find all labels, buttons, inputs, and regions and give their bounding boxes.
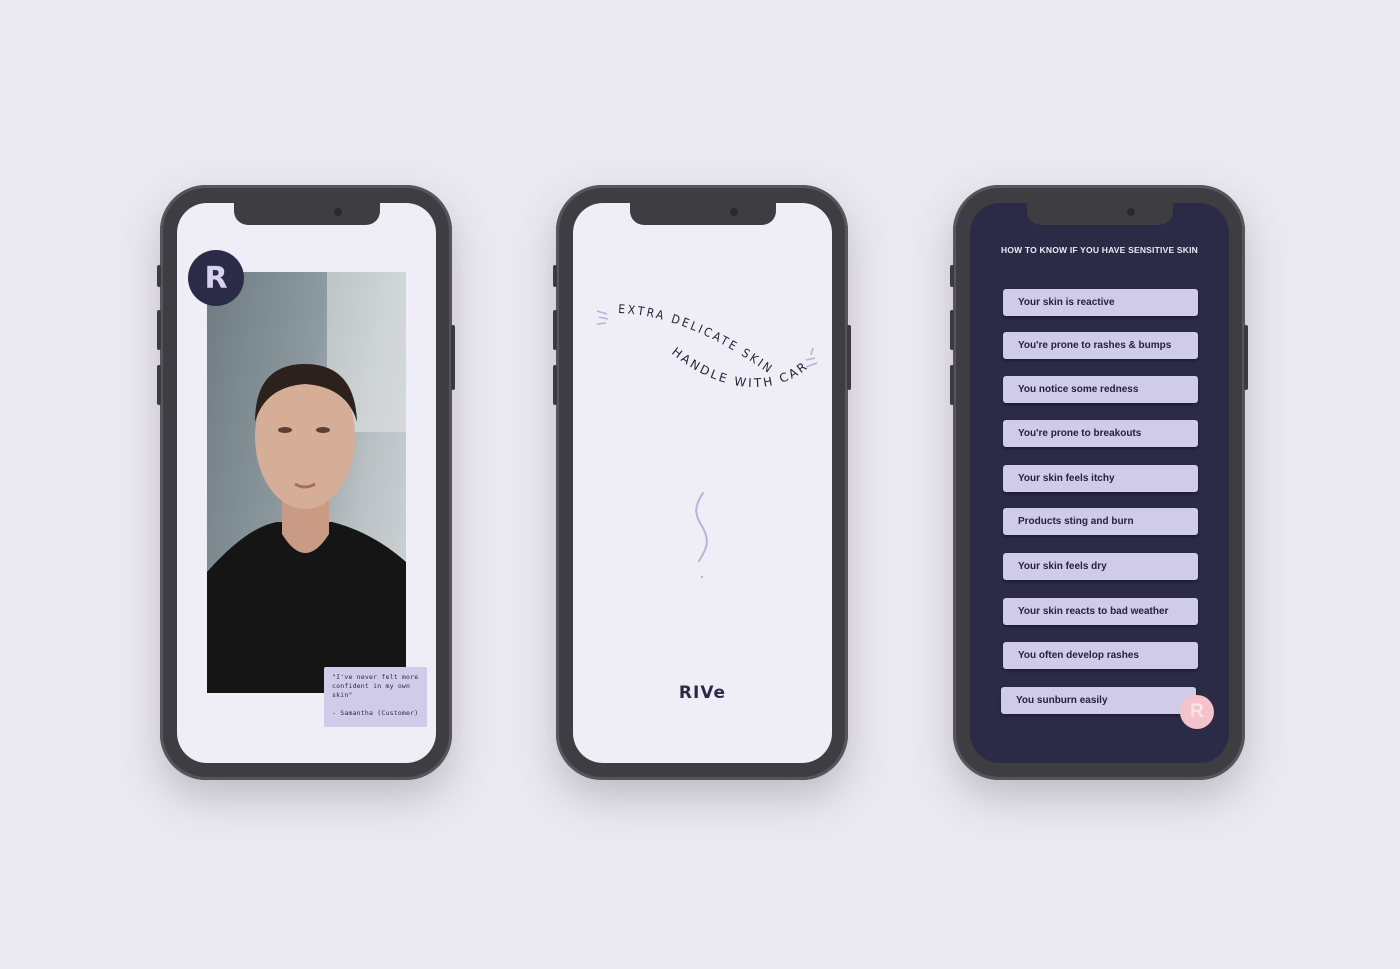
checklist-item[interactable]: You often develop rashes	[1003, 642, 1198, 669]
testimonial-card: "I've never felt more confident in my ow…	[324, 667, 427, 727]
checklist-item[interactable]: Your skin feels dry	[1003, 553, 1198, 580]
checklist-item[interactable]: Your skin feels itchy	[1003, 465, 1198, 492]
testimonial-quote: "I've never felt more confident in my ow…	[332, 673, 419, 699]
tagline-graphic: EXTRA DELICATE SKIN HANDLE WITH CARE	[573, 203, 818, 579]
phone-tagline: EXTRA DELICATE SKIN HANDLE WITH CARE RIV…	[553, 185, 851, 780]
squiggle-line-icon	[695, 492, 708, 562]
brand-badge-pink: R	[1180, 695, 1214, 729]
testimonial-attribution: - Samantha (Customer)	[332, 709, 419, 717]
notch	[630, 203, 776, 225]
checklist-item[interactable]: You notice some redness	[1003, 376, 1198, 403]
phone-checklist: HOW TO KNOW IF YOU HAVE SENSITIVE SKIN Y…	[950, 185, 1248, 780]
sparkle-left-icon	[596, 310, 609, 325]
customer-photo	[207, 272, 406, 693]
phone-testimonial: R "I've never felt more confident in my …	[157, 185, 455, 780]
checklist-item[interactable]: Your skin reacts to bad weather	[1003, 598, 1198, 625]
screen-tagline: EXTRA DELICATE SKIN HANDLE WITH CARE RIV…	[573, 203, 832, 763]
rive-logo: RIVe	[678, 683, 727, 703]
checklist-item[interactable]: Products sting and burn	[1003, 508, 1198, 535]
checklist-item[interactable]: You're prone to rashes & bumps	[1003, 332, 1198, 359]
tagline-line-2: HANDLE WITH CARE	[573, 203, 811, 390]
checklist-item[interactable]: You're prone to breakouts	[1003, 420, 1198, 447]
checklist-title: HOW TO KNOW IF YOU HAVE SENSITIVE SKIN	[1001, 245, 1198, 255]
screen-checklist: HOW TO KNOW IF YOU HAVE SENSITIVE SKIN Y…	[970, 203, 1229, 763]
sparkle-right-icon	[805, 347, 818, 368]
screen-testimonial: R "I've never felt more confident in my …	[177, 203, 436, 763]
dot-icon	[700, 575, 704, 579]
brand-badge: R	[188, 250, 244, 306]
notch	[234, 203, 380, 225]
notch	[1027, 203, 1173, 225]
checklist-item[interactable]: You sunburn easily	[1001, 687, 1196, 714]
checklist-item[interactable]: Your skin is reactive	[1003, 289, 1198, 316]
